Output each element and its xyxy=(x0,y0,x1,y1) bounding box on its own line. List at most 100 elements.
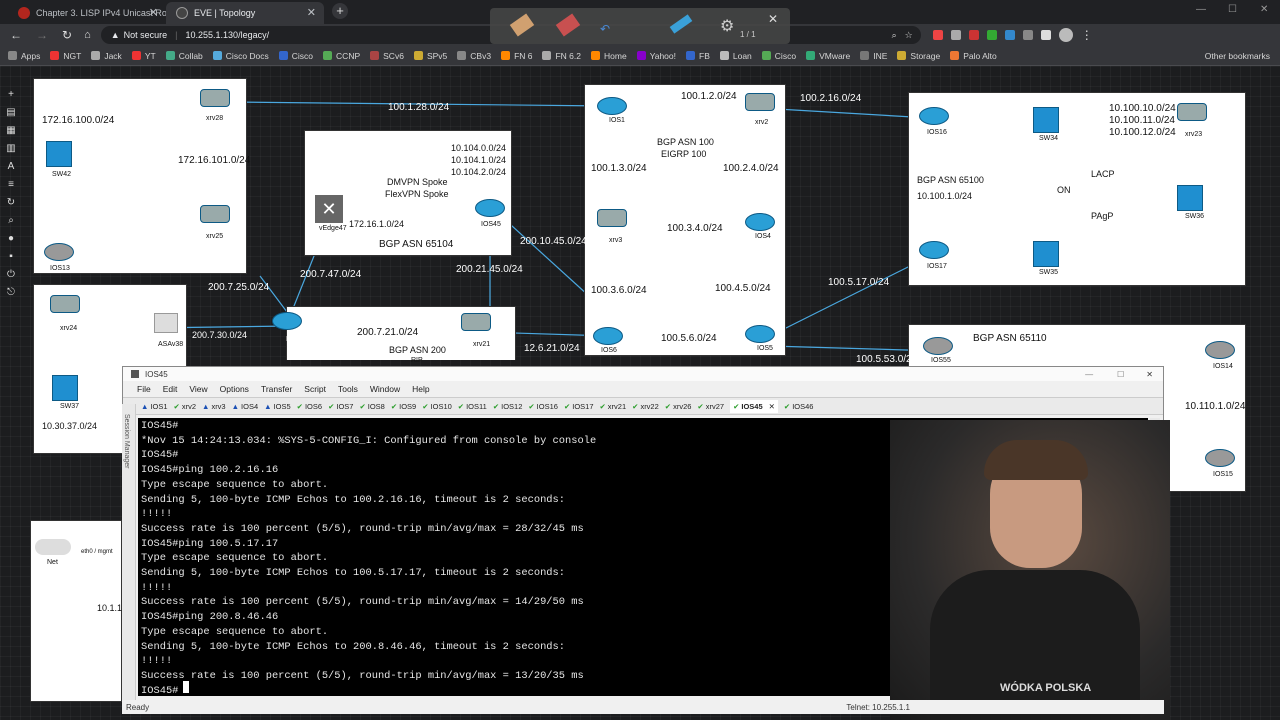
session-tab-xrv2[interactable]: ✔ xrv2 xyxy=(174,402,196,411)
text-icon[interactable]: A xyxy=(6,162,16,172)
bookmark-cisco[interactable]: Cisco xyxy=(761,51,796,61)
extension-icon[interactable] xyxy=(1022,30,1033,40)
firewall-icon[interactable] xyxy=(154,313,178,333)
router-icon[interactable] xyxy=(475,199,505,217)
extension-icon[interactable] xyxy=(932,30,943,40)
router-icon[interactable] xyxy=(745,93,775,111)
home-icon[interactable]: ⌂ xyxy=(84,29,91,41)
list-icon[interactable]: ≡ xyxy=(6,180,16,190)
back-icon[interactable]: ← xyxy=(10,28,22,42)
minimize-icon[interactable]: — xyxy=(1085,370,1093,379)
bookmark-yt[interactable]: YT xyxy=(131,51,156,61)
search-icon[interactable]: ⌕ xyxy=(892,30,897,41)
router-icon[interactable] xyxy=(597,209,627,227)
session-tab-xrv27[interactable]: ✔ xrv27 xyxy=(697,402,724,411)
router-icon[interactable] xyxy=(200,89,230,107)
zoom-icon[interactable]: ⌕ xyxy=(6,216,16,226)
switch-icon[interactable] xyxy=(52,375,78,401)
bookmark-home[interactable]: Home xyxy=(591,51,627,61)
router-icon[interactable] xyxy=(745,213,775,231)
session-tab-ios45[interactable]: ✔ IOS45 ✕ xyxy=(730,399,778,413)
minimize-icon[interactable]: — xyxy=(1196,4,1206,15)
vedge-icon[interactable]: ✕ xyxy=(315,195,343,223)
close-icon[interactable]: ✕ xyxy=(768,12,778,26)
close-icon[interactable]: ✕ xyxy=(307,6,316,19)
router-icon[interactable] xyxy=(593,327,623,345)
session-tab-xrv21[interactable]: ✔ xrv21 xyxy=(600,402,627,411)
bookmark-collab[interactable]: Collab xyxy=(165,51,203,61)
close-window-icon[interactable]: ✕ xyxy=(1260,4,1268,15)
session-tab-ios10[interactable]: ✔ IOS10 xyxy=(422,402,452,411)
close-icon[interactable]: ✕ xyxy=(1146,370,1153,379)
router-icon[interactable] xyxy=(200,205,230,223)
session-tab-ios5[interactable]: ▲ IOS5 xyxy=(264,402,291,411)
bookmark-loan[interactable]: Loan xyxy=(719,51,752,61)
bookmark-jack[interactable]: Jack xyxy=(91,51,122,61)
bookmark-ngt[interactable]: NGT xyxy=(50,51,81,61)
switch-icon[interactable] xyxy=(1177,185,1203,211)
bookmark-cisco[interactable]: Cisco xyxy=(278,51,313,61)
logout-icon[interactable]: ⎋ xyxy=(6,288,16,298)
cloud-icon[interactable] xyxy=(35,539,71,555)
router-icon[interactable] xyxy=(745,325,775,343)
extension-icon[interactable] xyxy=(986,30,997,40)
session-tab-ios11[interactable]: ✔ IOS11 xyxy=(458,402,487,411)
add-icon[interactable]: + xyxy=(6,90,16,100)
session-tab-xrv22[interactable]: ✔ xrv22 xyxy=(632,402,659,411)
router-icon[interactable] xyxy=(1205,449,1235,467)
session-tab-ios7[interactable]: ✔ IOS7 xyxy=(328,402,353,411)
menu-help[interactable]: Help xyxy=(412,384,429,394)
router-icon[interactable] xyxy=(44,243,74,261)
router-icon[interactable] xyxy=(919,241,949,259)
session-tab-ios1[interactable]: ▲ IOS1 xyxy=(141,402,168,411)
session-tab-xrv26[interactable]: ✔ xrv26 xyxy=(665,402,692,411)
menu-view[interactable]: View xyxy=(189,384,207,394)
bookmark-ine[interactable]: INE xyxy=(860,51,887,61)
highlighter-icon[interactable] xyxy=(555,13,581,37)
lock-icon[interactable]: ▪ xyxy=(6,252,16,262)
maximize-icon[interactable]: ☐ xyxy=(1228,4,1237,15)
status-icon[interactable]: ● xyxy=(6,234,16,244)
bookmark-yahoo-[interactable]: Yahoo! xyxy=(636,51,676,61)
session-manager-panel[interactable]: Session Manager xyxy=(122,404,136,700)
reload-icon[interactable]: ↻ xyxy=(62,28,72,42)
menu-transfer[interactable]: Transfer xyxy=(261,384,292,394)
bookmark-fn-6-2[interactable]: FN 6.2 xyxy=(542,51,581,61)
star-icon[interactable]: ☆ xyxy=(905,30,913,41)
router-icon[interactable] xyxy=(461,313,491,331)
session-tab-xrv3[interactable]: ▲ xrv3 xyxy=(202,402,226,411)
close-icon[interactable]: ✕ xyxy=(149,6,158,19)
bookmark-scv6[interactable]: SCv6 xyxy=(370,51,404,61)
bookmark-apps[interactable]: Apps xyxy=(8,51,40,61)
forward-icon[interactable]: → xyxy=(36,28,48,42)
menu-tools[interactable]: Tools xyxy=(338,384,358,394)
bookmark-spv5[interactable]: SPv5 xyxy=(413,51,447,61)
menu-edit[interactable]: Edit xyxy=(163,384,178,394)
bookmark-cbv3[interactable]: CBv3 xyxy=(457,51,491,61)
session-tab-ios12[interactable]: ✔ IOS12 xyxy=(493,402,523,411)
bookmark-storage[interactable]: Storage xyxy=(897,51,940,61)
router-icon[interactable] xyxy=(272,312,302,330)
kebab-menu-icon[interactable]: ⋮ xyxy=(1081,28,1093,42)
bookmark-ccnp[interactable]: CCNP xyxy=(323,51,360,61)
session-tab-ios4[interactable]: ▲ IOS4 xyxy=(232,402,259,411)
networks-icon[interactable]: ▦ xyxy=(6,126,16,136)
extension-icon[interactable] xyxy=(968,30,979,40)
menu-window[interactable]: Window xyxy=(370,384,400,394)
power-icon[interactable]: ⏻ xyxy=(6,270,16,280)
undo-icon[interactable]: ↶ xyxy=(600,22,610,36)
nodes-icon[interactable]: ▤ xyxy=(6,108,16,118)
extension-icon[interactable] xyxy=(1004,30,1015,40)
refresh-icon[interactable]: ↻ xyxy=(6,198,16,208)
gear-icon[interactable]: ⚙ xyxy=(720,16,734,36)
switch-icon[interactable] xyxy=(46,141,72,167)
router-icon[interactable] xyxy=(50,295,80,313)
router-icon[interactable] xyxy=(919,107,949,125)
startup-icon[interactable]: ▥ xyxy=(6,144,16,154)
menu-options[interactable]: Options xyxy=(220,384,249,394)
router-icon[interactable] xyxy=(1205,341,1235,359)
router-icon[interactable] xyxy=(923,337,953,355)
browser-tab-chapter[interactable]: Chapter 3. LISP IPv4 Unicast Rout ✕ xyxy=(8,2,166,24)
close-icon[interactable]: ✕ xyxy=(769,402,775,411)
browser-tab-eve[interactable]: EVE | Topology ✕ xyxy=(166,2,324,24)
